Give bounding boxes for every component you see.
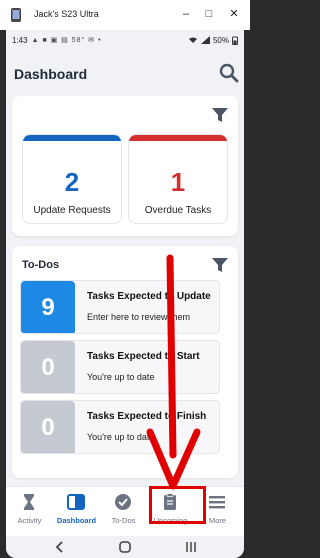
todo-subtitle: Enter here to review them <box>87 312 191 322</box>
todo-title: Tasks Expected to Update <box>87 291 211 302</box>
signal-icon <box>200 36 210 44</box>
stats-card: 2 Update Requests 1 Overdue Tasks <box>12 96 238 236</box>
phone-screen: 1:43 ▲ ■ ▣ ▤ 58° ✉ • 50% Dashboard 2 Upd… <box>6 30 244 558</box>
battery-level: 50% <box>212 35 229 45</box>
window-title: Jack's S23 Ultra <box>34 9 99 19</box>
app-header: Dashboard <box>6 50 244 98</box>
update-requests-count: 2 <box>64 167 80 197</box>
todo-title: Tasks Expected to Start <box>87 351 200 362</box>
wifi-icon <box>188 37 197 43</box>
nav-item-todos[interactable]: To-Dos <box>100 487 147 537</box>
todo-count-badge: 9 <box>21 281 75 333</box>
notification-icons: ▲ ■ ▣ ▤ 58° ✉ • <box>31 37 102 44</box>
overdue-tasks-label: Overdue Tasks <box>144 205 212 216</box>
status-time: 1:43 <box>12 35 28 45</box>
page-title: Dashboard <box>14 66 88 82</box>
filter-icon[interactable] <box>212 108 228 122</box>
stat-accent-bar <box>23 135 121 141</box>
nav-label: Dashboard <box>56 516 97 525</box>
nav-label: Activity <box>17 516 42 525</box>
todos-card: To-Dos 9 Tasks Expected to Update Enter … <box>12 246 238 478</box>
nav-label: To-Dos <box>111 516 136 525</box>
check-circle-icon <box>115 494 131 510</box>
bottom-nav: Activity Dashboard To-Dos Upcoming More <box>6 486 244 536</box>
window-title-bar: Jack's S23 Ultra – □ ✕ <box>0 0 250 30</box>
menu-icon <box>209 496 225 509</box>
device-window: Jack's S23 Ultra – □ ✕ 1:43 ▲ ■ ▣ ▤ 58° … <box>0 0 250 558</box>
maximize-button[interactable]: □ <box>201 6 217 22</box>
battery-icon <box>232 36 238 45</box>
stat-accent-bar <box>129 135 227 141</box>
todo-item-finish[interactable]: 0 Tasks Expected to Finish You're up to … <box>20 400 220 454</box>
dashboard-icon <box>67 494 85 510</box>
nav-item-activity[interactable]: Activity <box>6 487 53 537</box>
todos-title: To-Dos <box>22 259 60 271</box>
system-nav-bar <box>6 536 244 558</box>
update-requests-card[interactable]: 2 Update Requests <box>22 134 122 224</box>
overdue-tasks-count: 1 <box>170 167 186 197</box>
filter-icon[interactable] <box>212 258 228 272</box>
todo-title: Tasks Expected to Finish <box>87 411 207 422</box>
nav-item-dashboard[interactable]: Dashboard <box>53 487 100 537</box>
update-requests-label: Update Requests <box>33 205 111 216</box>
status-bar: 1:43 ▲ ■ ▣ ▤ 58° ✉ • 50% <box>6 30 244 50</box>
todo-count-badge: 0 <box>21 401 75 453</box>
annotation-highlight-box <box>149 486 206 524</box>
phone-app-icon <box>11 8 21 22</box>
todo-subtitle: You're up to date <box>87 432 155 442</box>
back-icon[interactable] <box>54 541 64 553</box>
search-icon[interactable] <box>218 62 240 84</box>
minimize-button[interactable]: – <box>178 6 194 22</box>
hourglass-icon <box>24 494 34 510</box>
todo-count-badge: 0 <box>21 341 75 393</box>
status-right: 50% <box>188 36 238 45</box>
recents-icon[interactable] <box>184 540 198 554</box>
close-button[interactable]: ✕ <box>226 6 242 22</box>
todo-subtitle: You're up to date <box>87 372 155 382</box>
overdue-tasks-card[interactable]: 1 Overdue Tasks <box>128 134 228 224</box>
home-icon[interactable] <box>118 540 132 554</box>
todo-item-update[interactable]: 9 Tasks Expected to Update Enter here to… <box>20 280 220 334</box>
todo-item-start[interactable]: 0 Tasks Expected to Start You're up to d… <box>20 340 220 394</box>
